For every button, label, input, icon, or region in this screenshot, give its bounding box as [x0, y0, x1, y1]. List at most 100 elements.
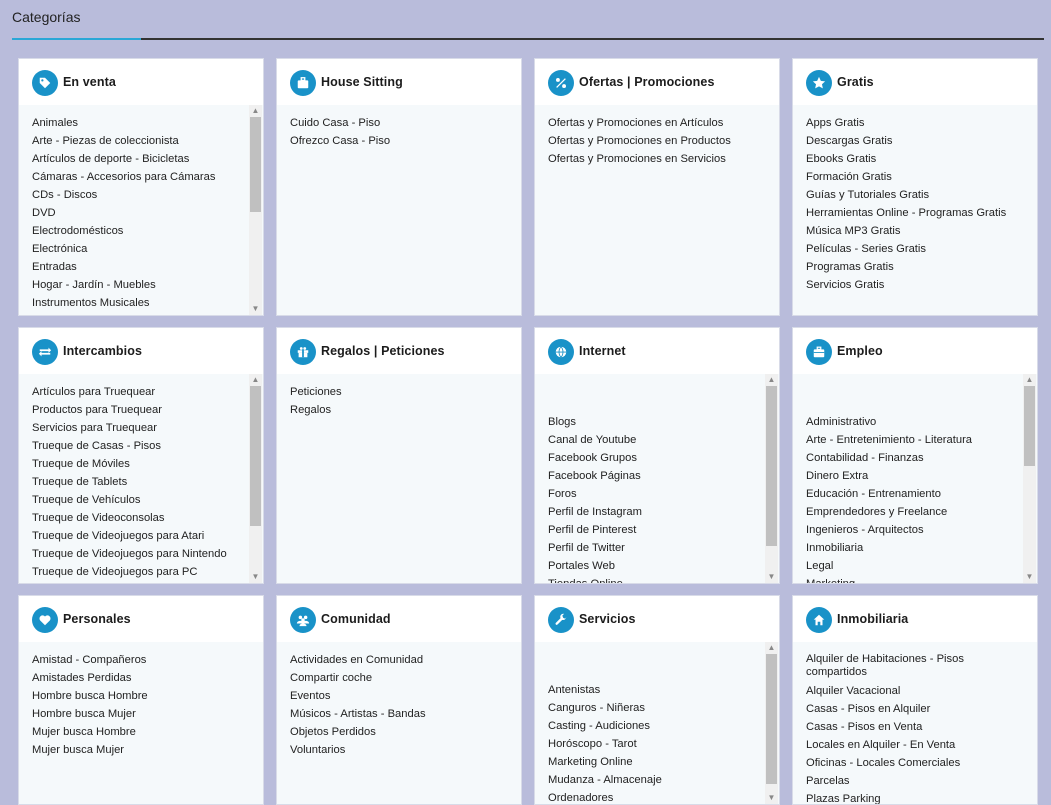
subcategory-link[interactable]: Emprendedores y Freelance	[806, 503, 1021, 521]
subcategory-link[interactable]: Cuido Casa - Piso	[290, 114, 505, 132]
subcategory-link[interactable]: Trueque de Videojuegos para Nintendo	[32, 545, 247, 563]
subcategory-link[interactable]: Eventos	[290, 687, 505, 705]
subcategory-link[interactable]: Perfil de Twitter	[548, 539, 763, 557]
subcategory-link[interactable]: Facebook Grupos	[548, 449, 763, 467]
list-scrollbar[interactable]: ▲ ▼	[765, 642, 778, 804]
subcategory-link[interactable]: Hombre busca Hombre	[32, 687, 247, 705]
scroll-down-arrow-icon[interactable]: ▼	[1023, 571, 1036, 583]
list-scrollbar[interactable]: ▲ ▼	[249, 374, 262, 583]
subcategory-link[interactable]: Trueque de Móviles	[32, 455, 247, 473]
subcategory-link[interactable]: Legal	[806, 557, 1021, 575]
subcategory-link[interactable]: Electrodomésticos	[32, 222, 247, 240]
subcategory-link[interactable]: Electrónica	[32, 240, 247, 258]
subcategory-link[interactable]: Canguros - Niñeras	[548, 699, 763, 717]
subcategory-link[interactable]: Canal de Youtube	[548, 431, 763, 449]
subcategory-link[interactable]: Tiendas Online	[548, 575, 763, 583]
subcategory-link[interactable]: Perfil de Pinterest	[548, 521, 763, 539]
category-title[interactable]: Servicios	[579, 612, 636, 626]
subcategory-link[interactable]: Servicios Gratis	[806, 276, 1021, 294]
scroll-thumb[interactable]	[250, 386, 261, 526]
subcategory-link[interactable]: Música MP3 Gratis	[806, 222, 1021, 240]
subcategory-link[interactable]: Trueque de Tablets	[32, 473, 247, 491]
subcategory-link[interactable]: Músicos - Artistas - Bandas	[290, 705, 505, 723]
subcategory-link[interactable]: Compartir coche	[290, 669, 505, 687]
subcategory-link[interactable]: Ofertas y Promociones en Servicios	[548, 150, 763, 168]
subcategory-link[interactable]: Trueque de Casas - Pisos	[32, 437, 247, 455]
category-title[interactable]: Regalos | Peticiones	[321, 344, 445, 358]
subcategory-link[interactable]: Dinero Extra	[806, 467, 1021, 485]
subcategory-link[interactable]: Voluntarios	[290, 741, 505, 759]
category-title[interactable]: En venta	[63, 75, 116, 89]
subcategory-link[interactable]: Antenistas	[548, 681, 763, 699]
subcategory-link[interactable]: Arte - Piezas de coleccionista	[32, 132, 247, 150]
list-scrollbar[interactable]: ▲ ▼	[765, 374, 778, 583]
scroll-thumb[interactable]	[250, 117, 261, 212]
scroll-down-arrow-icon[interactable]: ▼	[249, 571, 262, 583]
category-title[interactable]: Gratis	[837, 75, 874, 89]
scroll-up-arrow-icon[interactable]: ▲	[765, 642, 778, 654]
subcategory-link[interactable]: Educación - Entrenamiento	[806, 485, 1021, 503]
subcategory-link[interactable]: Oficinas - Locales Comerciales	[806, 754, 1021, 772]
category-title[interactable]: Personales	[63, 612, 131, 626]
subcategory-link[interactable]: Inmobiliaria	[806, 539, 1021, 557]
subcategory-link[interactable]: Alquiler de Habitaciones - Pisos compart…	[806, 651, 1021, 682]
scroll-thumb[interactable]	[766, 386, 777, 546]
subcategory-link[interactable]: Objetos Perdidos	[290, 723, 505, 741]
scroll-down-arrow-icon[interactable]: ▼	[765, 571, 778, 583]
subcategory-link[interactable]: Mujer busca Hombre	[32, 723, 247, 741]
subcategory-link[interactable]: Hombre busca Mujer	[32, 705, 247, 723]
subcategory-link[interactable]: Servicios para Truequear	[32, 419, 247, 437]
scroll-up-arrow-icon[interactable]: ▲	[1023, 374, 1036, 386]
subcategory-link[interactable]: Animales	[32, 114, 247, 132]
scroll-up-arrow-icon[interactable]: ▲	[249, 105, 262, 117]
subcategory-link[interactable]: Administrativo	[806, 413, 1021, 431]
category-title[interactable]: Empleo	[837, 344, 883, 358]
subcategory-link[interactable]: DVD	[32, 204, 247, 222]
subcategory-link[interactable]: Perfil de Instagram	[548, 503, 763, 521]
subcategory-link[interactable]: Hogar - Jardín - Muebles	[32, 276, 247, 294]
scroll-down-arrow-icon[interactable]: ▼	[765, 792, 778, 804]
subcategory-link[interactable]: Ofertas y Promociones en Artículos	[548, 114, 763, 132]
subcategory-link[interactable]: Locales en Alquiler - En Venta	[806, 736, 1021, 754]
scroll-down-arrow-icon[interactable]: ▼	[249, 303, 262, 315]
subcategory-link[interactable]: Cámaras - Accesorios para Cámaras	[32, 168, 247, 186]
subcategory-link[interactable]: Horóscopo - Tarot	[548, 735, 763, 753]
subcategory-link[interactable]: Amistades Perdidas	[32, 669, 247, 687]
list-scrollbar[interactable]: ▲ ▼	[1023, 374, 1036, 583]
subcategory-link[interactable]: Ordenadores	[548, 789, 763, 804]
subcategory-link[interactable]: Trueque de Videojuegos para Atari	[32, 527, 247, 545]
scroll-up-arrow-icon[interactable]: ▲	[249, 374, 262, 386]
category-title[interactable]: Comunidad	[321, 612, 391, 626]
subcategory-link[interactable]: Plazas Parking	[806, 790, 1021, 804]
subcategory-link[interactable]: Apps Gratis	[806, 114, 1021, 132]
list-scrollbar[interactable]: ▲ ▼	[249, 105, 262, 315]
subcategory-link[interactable]: Blogs	[548, 413, 763, 431]
subcategory-link[interactable]: Instrumentos Musicales	[32, 294, 247, 312]
subcategory-link[interactable]: Ebooks Gratis	[806, 150, 1021, 168]
subcategory-link[interactable]: Alquiler Vacacional	[806, 682, 1021, 700]
subcategory-link[interactable]: Foros	[548, 485, 763, 503]
subcategory-link[interactable]: Mudanza - Almacenaje	[548, 771, 763, 789]
category-title[interactable]: Intercambios	[63, 344, 142, 358]
subcategory-link[interactable]: Ofertas y Promociones en Productos	[548, 132, 763, 150]
subcategory-link[interactable]: Artículos para Truequear	[32, 383, 247, 401]
subcategory-link[interactable]: Guías y Tutoriales Gratis	[806, 186, 1021, 204]
subcategory-link[interactable]: Amistad - Compañeros	[32, 651, 247, 669]
subcategory-link[interactable]: Actividades en Comunidad	[290, 651, 505, 669]
subcategory-link[interactable]: Películas - Series Gratis	[806, 240, 1021, 258]
subcategory-link[interactable]: Productos para Truequear	[32, 401, 247, 419]
scroll-thumb[interactable]	[1024, 386, 1035, 466]
subcategory-link[interactable]: Parcelas	[806, 772, 1021, 790]
scroll-up-arrow-icon[interactable]: ▲	[765, 374, 778, 386]
category-title[interactable]: House Sitting	[321, 75, 403, 89]
subcategory-link[interactable]: Entradas	[32, 258, 247, 276]
subcategory-link[interactable]: Casas - Pisos en Alquiler	[806, 700, 1021, 718]
subcategory-link[interactable]: Arte - Entretenimiento - Literatura	[806, 431, 1021, 449]
subcategory-link[interactable]: Herramientas Online - Programas Gratis	[806, 204, 1021, 222]
subcategory-link[interactable]: Artículos de deporte - Bicicletas	[32, 150, 247, 168]
subcategory-link[interactable]: Descargas Gratis	[806, 132, 1021, 150]
category-title[interactable]: Internet	[579, 344, 626, 358]
subcategory-link[interactable]: Programas Gratis	[806, 258, 1021, 276]
subcategory-link[interactable]: Marketing Online	[548, 753, 763, 771]
subcategory-link[interactable]: Contabilidad - Finanzas	[806, 449, 1021, 467]
